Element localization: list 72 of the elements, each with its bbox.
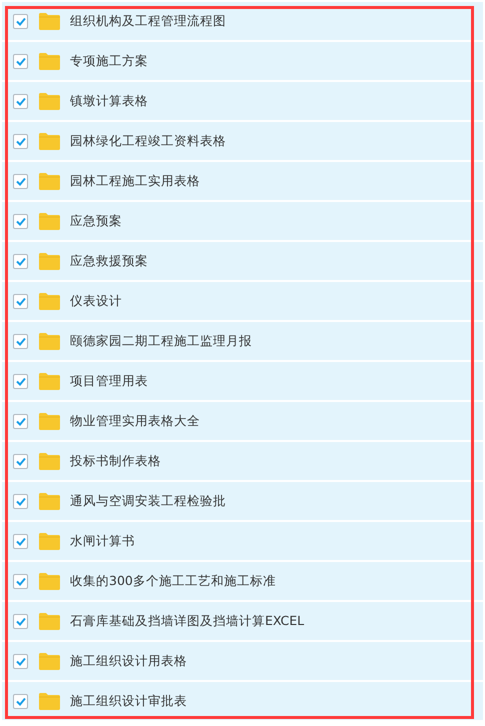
folder-icon xyxy=(39,92,60,110)
folder-icon xyxy=(39,692,60,710)
folder-icon xyxy=(39,612,60,630)
checkbox[interactable] xyxy=(13,534,28,548)
folder-name: 施工组织设计审批表 xyxy=(70,692,187,710)
checkbox[interactable] xyxy=(13,94,28,108)
folder-row[interactable]: 通风与空调安装工程检验批 xyxy=(2,482,483,520)
folder-name: 应急救援预案 xyxy=(70,252,148,270)
folder-name: 项目管理用表 xyxy=(70,372,148,390)
folder-name: 园林绿化工程竣工资料表格 xyxy=(70,132,226,150)
folder-icon xyxy=(39,412,60,430)
folder-row[interactable]: 施工组织设计用表格 xyxy=(2,642,483,680)
checkbox[interactable] xyxy=(13,694,28,708)
folder-icon xyxy=(39,252,60,270)
checkbox[interactable] xyxy=(13,254,28,268)
folder-name: 水闸计算书 xyxy=(70,532,135,550)
folder-icon xyxy=(39,212,60,230)
folder-row[interactable]: 应急救援预案 xyxy=(2,242,483,280)
folder-icon xyxy=(39,572,60,590)
folder-icon xyxy=(39,652,60,670)
folder-icon xyxy=(39,532,60,550)
folder-row[interactable]: 园林工程施工实用表格 xyxy=(2,162,483,200)
folder-icon xyxy=(39,372,60,390)
folder-row[interactable]: 石膏库基础及挡墙详图及挡墙计算EXCEL xyxy=(2,602,483,640)
folder-row[interactable]: 投标书制作表格 xyxy=(2,442,483,480)
folder-row[interactable]: 镇墩计算表格 xyxy=(2,82,483,120)
folder-name: 通风与空调安装工程检验批 xyxy=(70,492,226,510)
folder-name: 施工组织设计用表格 xyxy=(70,652,187,670)
checkbox[interactable] xyxy=(13,614,28,628)
checkbox[interactable] xyxy=(13,334,28,348)
folder-name: 组织机构及工程管理流程图 xyxy=(70,12,226,30)
checkbox[interactable] xyxy=(13,414,28,428)
folder-icon xyxy=(39,132,60,150)
folder-name: 石膏库基础及挡墙详图及挡墙计算EXCEL xyxy=(70,612,304,630)
folder-icon xyxy=(39,172,60,190)
folder-row[interactable]: 收集的300多个施工工艺和施工标准 xyxy=(2,562,483,600)
checkbox[interactable] xyxy=(13,374,28,388)
folder-name: 专项施工方案 xyxy=(70,52,148,70)
checkbox[interactable] xyxy=(13,654,28,668)
folder-row[interactable]: 园林绿化工程竣工资料表格 xyxy=(2,122,483,160)
checkbox[interactable] xyxy=(13,214,28,228)
checkbox[interactable] xyxy=(13,54,28,68)
checkbox[interactable] xyxy=(13,454,28,468)
folder-icon xyxy=(39,52,60,70)
folder-icon xyxy=(39,332,60,350)
folder-row[interactable]: 颐德家园二期工程施工监理月报 xyxy=(2,322,483,360)
checkbox[interactable] xyxy=(13,134,28,148)
checkbox[interactable] xyxy=(13,494,28,508)
checkbox[interactable] xyxy=(13,574,28,588)
folder-row[interactable]: 组织机构及工程管理流程图 xyxy=(2,2,483,40)
folder-row[interactable]: 施工组织设计审批表 xyxy=(2,682,483,720)
folder-row[interactable]: 应急预案 xyxy=(2,202,483,240)
folder-row[interactable]: 物业管理实用表格大全 xyxy=(2,402,483,440)
folder-name: 仪表设计 xyxy=(70,292,122,310)
folder-icon xyxy=(39,12,60,30)
checkbox[interactable] xyxy=(13,14,28,28)
folder-name: 颐德家园二期工程施工监理月报 xyxy=(70,332,252,350)
folder-row[interactable]: 项目管理用表 xyxy=(2,362,483,400)
folder-name: 园林工程施工实用表格 xyxy=(70,172,200,190)
folder-icon xyxy=(39,292,60,310)
folder-row[interactable]: 专项施工方案 xyxy=(2,42,483,80)
folder-icon xyxy=(39,452,60,470)
checkbox[interactable] xyxy=(13,294,28,308)
checkbox[interactable] xyxy=(13,174,28,188)
folder-name: 收集的300多个施工工艺和施工标准 xyxy=(70,572,276,590)
folder-name: 物业管理实用表格大全 xyxy=(70,412,200,430)
folder-icon xyxy=(39,492,60,510)
folder-row[interactable]: 仪表设计 xyxy=(2,282,483,320)
folder-name: 投标书制作表格 xyxy=(70,452,161,470)
folder-name: 应急预案 xyxy=(70,212,122,230)
folder-row[interactable]: 水闸计算书 xyxy=(2,522,483,560)
folder-name: 镇墩计算表格 xyxy=(70,92,148,110)
